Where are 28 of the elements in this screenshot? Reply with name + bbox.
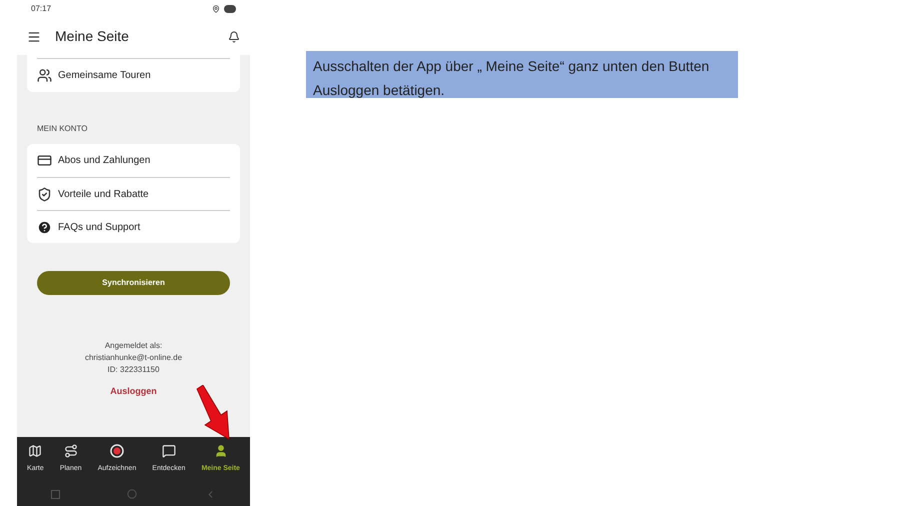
sync-button[interactable]: Synchronisieren [37, 271, 230, 295]
menu-row[interactable]: FAQs und Support [37, 210, 230, 243]
speech-bubble-icon [162, 444, 176, 458]
menu-row[interactable]: Gemeinsame Touren [37, 59, 230, 92]
location-icon [212, 5, 220, 13]
help-icon [37, 220, 52, 234]
section-heading: MEIN KONTO [37, 123, 89, 135]
page-title: Meine Seite [55, 27, 130, 46]
people-icon [37, 68, 52, 83]
shield-icon [37, 186, 52, 202]
logout-link[interactable]: Ausloggen [110, 385, 157, 397]
menu-row[interactable]: Vorteile und Rabatte [37, 177, 230, 210]
battery-icon [224, 5, 236, 13]
card-icon [37, 153, 52, 168]
user-id-text: ID: 322331150 [108, 364, 160, 376]
person-icon [214, 444, 228, 458]
recent-apps-icon[interactable] [50, 490, 60, 498]
record-icon [110, 444, 124, 458]
status-time: 07:17 [31, 3, 52, 15]
notification-icon[interactable] [228, 30, 240, 42]
menu-row[interactable]: Abos und Zahlungen [37, 144, 230, 177]
email-text: christianhunke@t-online.de [84, 352, 182, 364]
route-icon [64, 444, 78, 458]
menu-icon[interactable] [27, 30, 41, 44]
login-label: Angemeldet als: [104, 340, 162, 352]
home-icon[interactable] [127, 489, 138, 499]
map-icon [28, 444, 42, 458]
callout-text: Ausschalten der App über „ Meine Seite“ ganz unten den Butten Ausloggen betätigen. [313, 58, 710, 98]
